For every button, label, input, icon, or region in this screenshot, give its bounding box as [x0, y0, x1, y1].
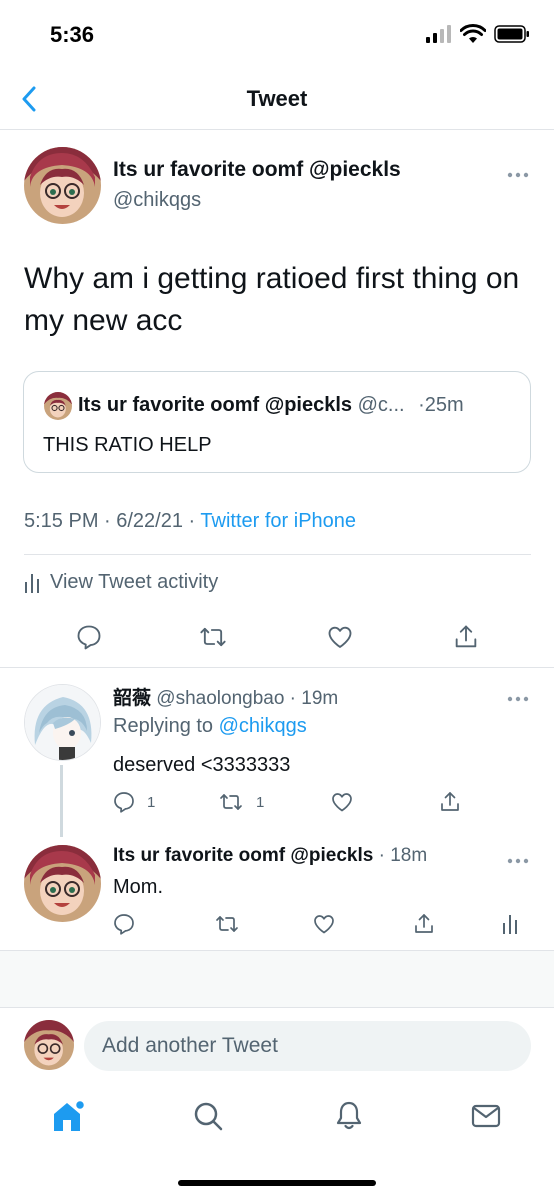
reply-2-retweet-button[interactable] — [212, 910, 242, 938]
main-tweet-text: Why am i getting ratioed first thing on … — [24, 262, 520, 337]
reply-2-time: · 18m — [373, 845, 428, 866]
status-icons — [426, 24, 530, 44]
reply-1-share-button[interactable] — [436, 788, 464, 816]
share-icon — [441, 792, 459, 811]
replying-to: Replying to @chikqgs — [113, 715, 307, 738]
reply-avatar[interactable] — [24, 684, 101, 761]
reply-1-like-button[interactable] — [327, 788, 357, 816]
divider — [0, 667, 554, 668]
reply-header: 韶薇 @shaolongbao · 19m — [113, 683, 338, 710]
reply-2-avatar[interactable] — [24, 845, 101, 922]
more-icon — [507, 858, 529, 864]
replying-to-prefix: Replying to — [113, 715, 219, 737]
quoted-tweet[interactable]: Its ur favorite oomf @pieckls @c... ·25m… — [23, 371, 531, 473]
reply-1-reply-count: 1 — [147, 794, 156, 811]
view-tweet-activity-label: View Tweet activity — [50, 571, 219, 593]
reply-2-header: Its ur favorite oomf @pieckls · 18m — [113, 845, 427, 867]
more-icon — [507, 172, 529, 178]
tab-messages[interactable] — [464, 1096, 508, 1136]
quoted-tweet-handle: @c... — [357, 394, 405, 416]
reply-text: deserved <3333333 — [113, 754, 291, 776]
quoted-tweet-text: THIS RATIO HELP — [43, 434, 212, 456]
reply-2-analytics-button[interactable] — [497, 910, 523, 938]
view-tweet-activity-button[interactable]: View Tweet activity — [24, 571, 218, 594]
reply-1-retweet-count: 1 — [256, 794, 265, 811]
reply-icon — [77, 625, 101, 650]
share-icon — [415, 914, 433, 933]
reply-2-text: Mom. — [113, 876, 163, 898]
reply-2-more-button[interactable] — [507, 853, 529, 864]
thread-connector — [60, 765, 63, 837]
cellular-signal-icon — [426, 25, 451, 43]
retweet-icon — [220, 794, 242, 810]
nav-bar: Tweet — [0, 70, 554, 130]
retweet-icon — [216, 916, 238, 932]
reply-1-retweet-button[interactable] — [216, 788, 246, 816]
main-tweet-avatar[interactable] — [24, 147, 101, 224]
tweet-meta: 5:15 PM · 6/22/21 · Twitter for iPhone — [24, 510, 356, 533]
messages-icon — [471, 1104, 501, 1128]
reply-2-like-button[interactable] — [309, 910, 339, 938]
compose-avatar — [24, 1020, 74, 1070]
wifi-icon — [460, 24, 486, 43]
heart-icon — [314, 915, 334, 934]
battery-icon — [494, 25, 529, 43]
status-time: 5:36 — [50, 22, 95, 47]
heart-icon — [332, 793, 352, 812]
reply-2-share-button[interactable] — [410, 910, 438, 938]
quoted-tweet-header: Its ur favorite oomf @pieckls @c... ·25m — [78, 394, 464, 417]
reply-handle-time: @shaolongbao · 19m — [151, 688, 339, 709]
tab-notifications[interactable] — [327, 1096, 371, 1136]
tab-search[interactable] — [186, 1096, 230, 1136]
share-icon — [455, 625, 477, 648]
tweet-client-link[interactable]: Twitter for iPhone — [200, 510, 356, 532]
main-retweet-button[interactable] — [195, 620, 231, 654]
search-icon — [194, 1102, 223, 1131]
main-tweet-handle[interactable]: @chikqgs — [113, 189, 201, 212]
retweet-icon — [200, 627, 226, 647]
main-tweet-more-button[interactable] — [507, 167, 529, 178]
quoted-tweet-time: ·25m — [418, 394, 464, 416]
reply-icon — [114, 792, 134, 813]
analytics-icon — [25, 573, 39, 593]
notifications-icon — [336, 1101, 362, 1130]
reply-display-name[interactable]: 韶薇 — [113, 688, 151, 709]
heart-icon — [328, 626, 352, 648]
status-bar: 5:36 — [0, 0, 554, 70]
reply-1-reply-button[interactable] — [110, 788, 138, 816]
quoted-tweet-display-name: Its ur favorite oomf @pieckls — [78, 394, 353, 416]
more-icon — [507, 696, 529, 702]
reply-2-display-name[interactable]: Its ur favorite oomf @pieckls — [113, 845, 373, 866]
reply-more-button[interactable] — [507, 691, 529, 702]
reply-2-reply-button[interactable] — [110, 910, 138, 938]
home-icon — [54, 1099, 86, 1131]
divider — [24, 554, 531, 555]
page-title: Tweet — [246, 86, 308, 111]
home-indicator[interactable] — [178, 1180, 376, 1186]
replying-to-mention[interactable]: @chikqgs — [219, 715, 307, 737]
quoted-tweet-avatar — [44, 392, 72, 420]
main-tweet-display-name[interactable]: Its ur favorite oomf @pieckls — [113, 158, 401, 182]
main-like-button[interactable] — [322, 620, 358, 654]
add-another-tweet-input[interactable]: Add another Tweet — [84, 1021, 531, 1071]
tweet-timestamp: 5:15 PM · 6/22/21 · — [24, 510, 201, 532]
analytics-icon — [503, 915, 517, 934]
main-share-button[interactable] — [449, 620, 483, 654]
thread-end-spacer — [0, 950, 554, 1008]
reply-icon — [114, 914, 134, 935]
main-reply-button[interactable] — [72, 620, 106, 654]
tab-home[interactable] — [46, 1096, 90, 1136]
